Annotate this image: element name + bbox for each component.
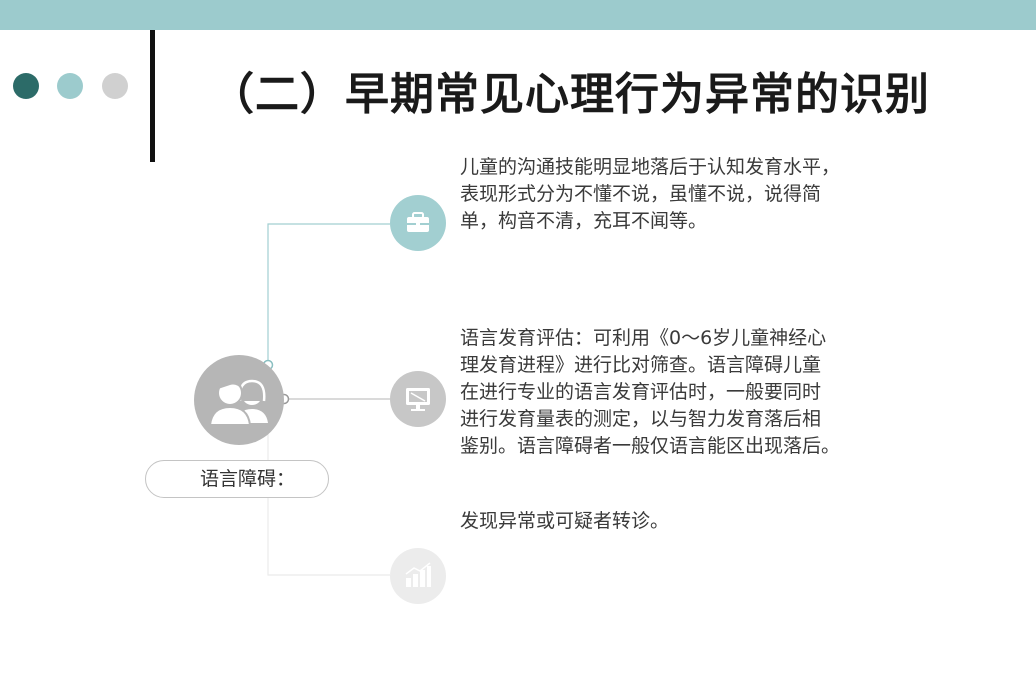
item-text-2: 语言发育评估：可利用《0～6岁儿童神经心 理发育进程》进行比对筛查。语言障碍儿童…	[460, 325, 920, 460]
item-text-1: 儿童的沟通技能明显地落后于认知发育水平， 表现形式分为不懂不说，虽懂不说，说得简…	[460, 154, 920, 235]
category-label: 语言障碍：	[145, 460, 329, 498]
chart-icon	[390, 548, 446, 604]
text-line: 进行发育量表的测定，以与智力发育落后相	[460, 408, 822, 430]
text-line: 儿童的沟通技能明显地落后于认知发育水平，	[460, 156, 841, 178]
text-line: 理发育进程》进行比对筛查。语言障碍儿童	[460, 354, 822, 376]
text-line: 单，构音不清，充耳不闻等。	[460, 210, 708, 232]
text-line: 表现形式分为不懂不说，虽懂不说，说得简	[460, 183, 822, 205]
briefcase-icon	[390, 195, 446, 251]
people-avatar-icon	[194, 355, 284, 445]
text-line: 语言发育评估：可利用《0～6岁儿童神经心	[460, 327, 827, 349]
text-line: 在进行专业的语言发育评估时，一般要同时	[460, 381, 822, 403]
item-text-3: 发现异常或可疑者转诊。	[460, 508, 920, 535]
text-line: 鉴别。语言障碍者一般仅语言能区出现落后。	[460, 435, 841, 457]
text-line: 发现异常或可疑者转诊。	[460, 510, 670, 532]
monitor-icon	[390, 371, 446, 427]
